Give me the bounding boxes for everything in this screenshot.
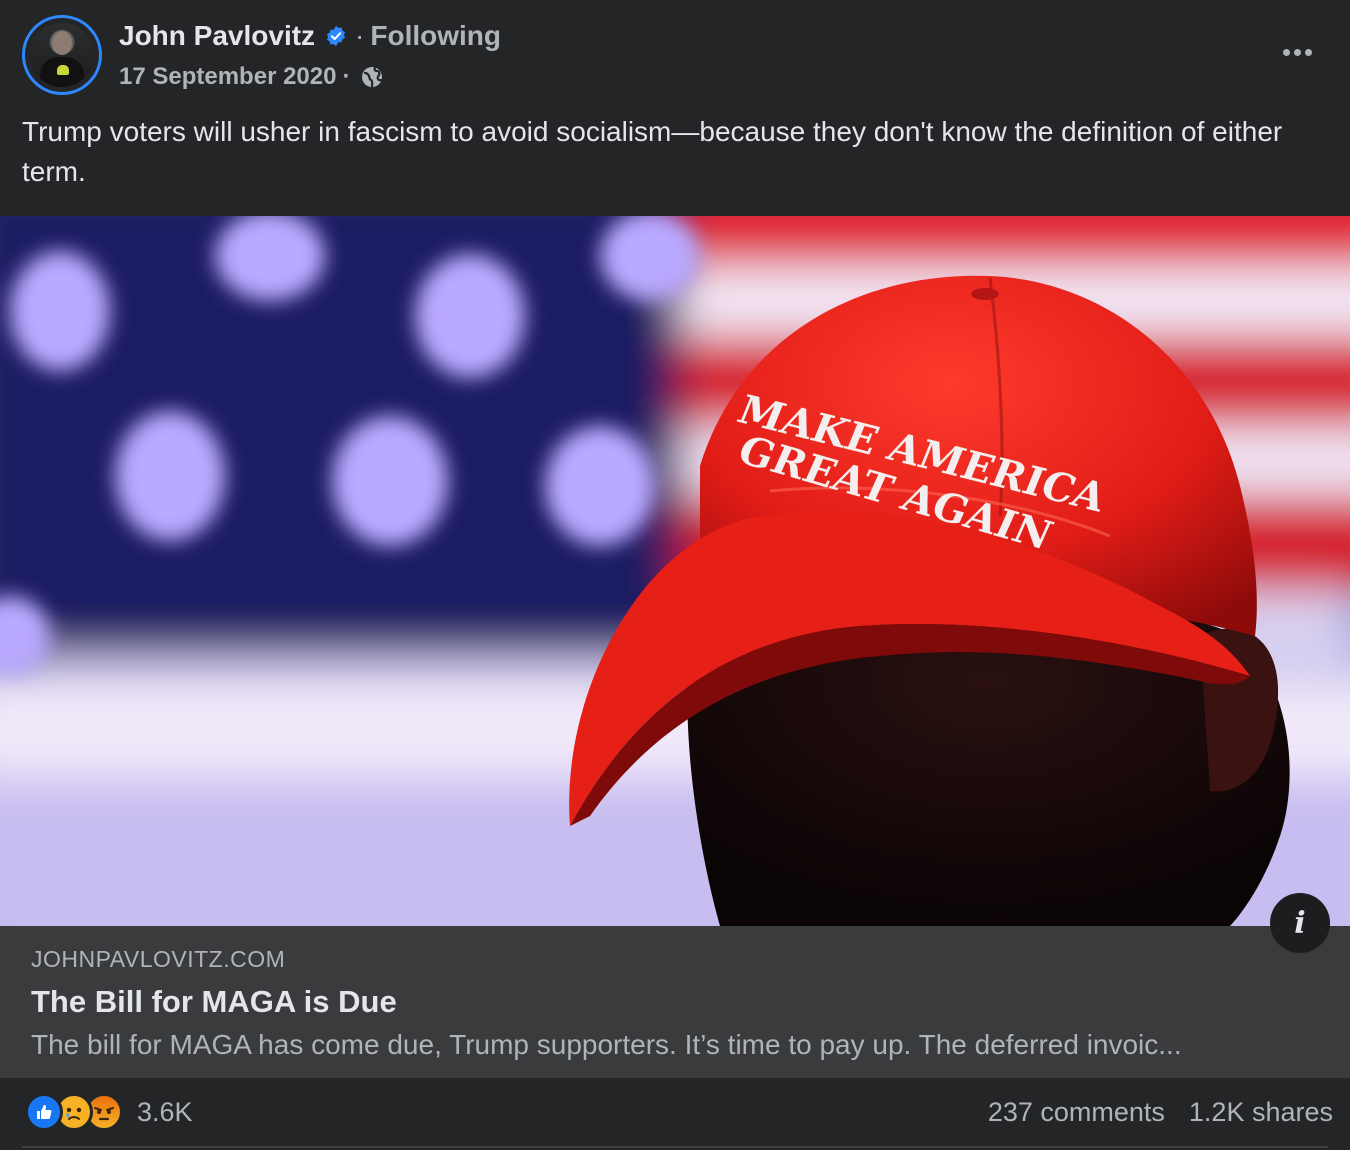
link-preview[interactable]: JOHNPAVLOVITZ.COM The Bill for MAGA is D…	[0, 926, 1350, 1078]
engagement-counts: 237 comments 1.2K shares	[988, 1092, 1333, 1132]
verified-badge-icon	[326, 25, 346, 47]
post-meta: 17 September 2020 ·	[119, 60, 384, 94]
link-domain: JOHNPAVLOVITZ.COM	[31, 946, 286, 972]
link-description: The bill for MAGA has come due, Trump su…	[31, 1029, 1182, 1060]
footer-divider	[22, 1146, 1328, 1148]
author-avatar[interactable]	[22, 15, 102, 95]
post-text: Trump voters will usher in fascism to av…	[22, 116, 1283, 187]
reaction-count[interactable]: 3.6K	[137, 1097, 193, 1128]
post-date[interactable]: 17 September 2020	[119, 63, 336, 91]
reactions-summary[interactable]: 3.6K	[25, 1092, 193, 1132]
like-icon	[25, 1093, 63, 1131]
link-title[interactable]: The Bill for MAGA is Due	[31, 984, 397, 1020]
info-icon[interactable]: i	[1270, 893, 1330, 953]
post-image[interactable]: MAKE AMERICA GREAT AGAIN	[0, 216, 1350, 926]
comments-count[interactable]: 237 comments	[988, 1097, 1165, 1128]
following-button[interactable]: Following	[370, 20, 501, 52]
avatar-image	[30, 23, 94, 87]
author-name[interactable]: John Pavlovitz	[119, 20, 315, 52]
more-options-icon[interactable]	[1277, 38, 1317, 66]
engagement-bar: 3.6K 237 comments 1.2K shares	[0, 1078, 1350, 1150]
globe-icon	[362, 66, 384, 88]
post-header: John Pavlovitz · Following 17 September …	[0, 0, 1350, 110]
shares-count[interactable]: 1.2K shares	[1189, 1097, 1333, 1128]
separator-dot: ·	[355, 20, 365, 51]
date-separator: ·	[342, 63, 351, 90]
maga-hat-photo: MAKE AMERICA GREAT AGAIN	[0, 216, 1350, 926]
author-line: John Pavlovitz · Following	[119, 18, 501, 54]
